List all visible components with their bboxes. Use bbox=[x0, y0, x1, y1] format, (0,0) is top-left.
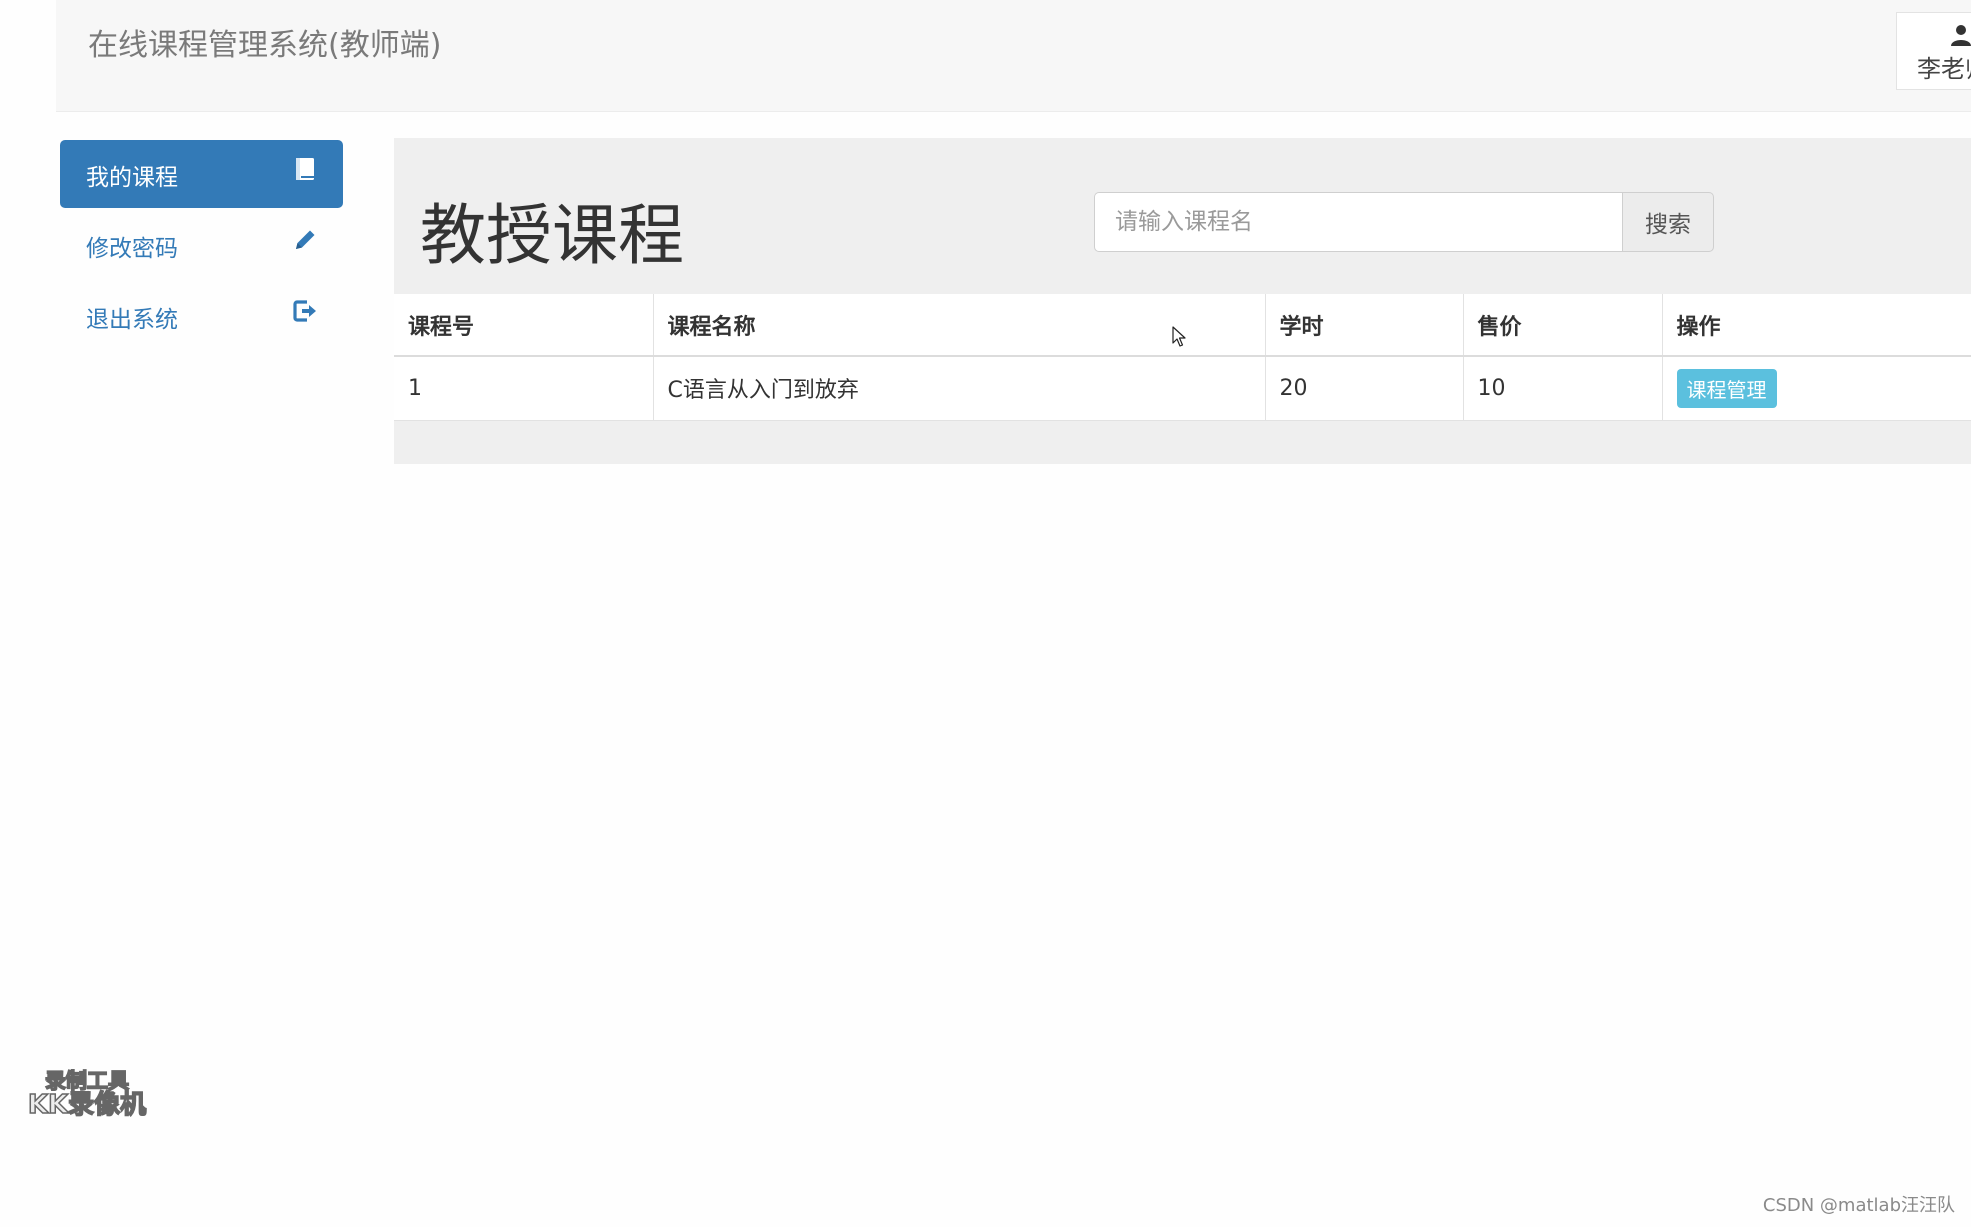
cell-price: 10 bbox=[1463, 356, 1663, 421]
watermark-line-2: KK录像机 bbox=[27, 1090, 147, 1121]
source-credit: CSDN @matlab汪汪队 bbox=[1762, 1195, 1955, 1216]
sidebar-item-change-password[interactable]: 修改密码 bbox=[60, 211, 343, 279]
search-button[interactable]: 搜索 bbox=[1622, 192, 1714, 252]
user-icon bbox=[1951, 25, 1971, 46]
app-brand-title[interactable]: 在线课程管理系统(教师端) bbox=[88, 20, 441, 64]
user-menu-dropdown[interactable]: 李老师 bbox=[1896, 12, 1971, 90]
search-group: 搜索 bbox=[1094, 192, 1714, 252]
top-navbar: 在线课程管理系统(教师端) 李老师 bbox=[56, 0, 1971, 112]
mouse-cursor-icon bbox=[1172, 326, 1186, 347]
cell-course-name: C语言从入门到放弃 bbox=[653, 356, 1266, 421]
column-header-actions: 操作 bbox=[1662, 294, 1971, 357]
column-header-hours: 学时 bbox=[1265, 294, 1464, 357]
recorder-watermark: 录制工具 KK录像机 bbox=[22, 1069, 152, 1121]
user-name-label: 李老师 bbox=[1917, 55, 1971, 83]
sidebar-nav: 我的课程 修改密码 退出系统 bbox=[60, 140, 343, 353]
book-icon bbox=[296, 158, 314, 180]
search-input[interactable] bbox=[1094, 192, 1622, 252]
sidebar-item-label: 退出系统 bbox=[86, 307, 178, 333]
cell-hours: 20 bbox=[1265, 356, 1464, 421]
table-row: 1 C语言从入门到放弃 20 10 课程管理 bbox=[394, 356, 1971, 421]
page-title: 教授课程 bbox=[420, 197, 684, 274]
cell-actions: 课程管理 bbox=[1662, 356, 1971, 421]
course-manage-button[interactable]: 课程管理 bbox=[1676, 368, 1777, 408]
cell-course-id: 1 bbox=[394, 356, 654, 421]
course-table: 课程号 课程名称 学时 售价 操作 1 C语言从入门到放弃 20 10 课程管理 bbox=[394, 294, 1971, 421]
column-header-course-id: 课程号 bbox=[394, 294, 654, 357]
pencil-icon bbox=[296, 230, 315, 249]
sidebar-item-label: 修改密码 bbox=[86, 236, 178, 262]
sidebar-item-label: 我的课程 bbox=[86, 165, 178, 191]
watermark-line-1: 录制工具 bbox=[44, 1069, 130, 1093]
courses-panel: 教授课程 搜索 课程号 课程名称 学时 售价 操作 1 C语言从入门到放弃 bbox=[394, 138, 1971, 464]
sidebar-item-my-courses[interactable]: 我的课程 bbox=[60, 140, 343, 208]
sidebar-item-logout[interactable]: 退出系统 bbox=[60, 282, 343, 350]
column-header-price: 售价 bbox=[1463, 294, 1663, 357]
logout-icon bbox=[293, 300, 316, 322]
